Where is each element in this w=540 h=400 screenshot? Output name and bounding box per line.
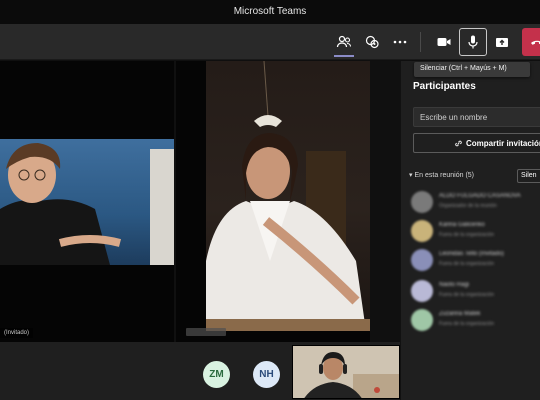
participant-name: Naoto Hagi <box>439 282 470 288</box>
panel-title: Participantes <box>413 81 476 92</box>
participant-list-item[interactable]: Zuzanna Matek Fuera de la organización <box>411 307 540 333</box>
meeting-stage: (Invitado) ZM NH <box>0 61 400 400</box>
meeting-toolbar <box>0 24 540 60</box>
participant-video-tile[interactable]: (Invitado) <box>0 61 174 342</box>
mute-tooltip: Silenciar (Ctrl + Mayús + M) <box>414 62 530 77</box>
participant-avatar <box>411 220 433 242</box>
participant-name: Karina Galicenko <box>439 222 485 228</box>
participant-name: ALDO FULGADO CASANOVA <box>439 193 521 199</box>
participant-name: Leonidas Tello (Invitado) <box>439 251 504 257</box>
participant-avatar <box>411 249 433 271</box>
share-invite-button[interactable]: Compartir invitación <box>413 133 540 153</box>
self-video-image <box>293 346 399 398</box>
camera-icon <box>437 38 451 46</box>
in-meeting-section-header[interactable]: ▾ En esta reunión (5) <box>409 171 474 179</box>
participant-search-input[interactable]: Escribe un nombre <box>413 107 540 127</box>
in-meeting-section-label: En esta reunión (5) <box>414 172 475 179</box>
participant-avatar[interactable]: NH <box>253 361 280 388</box>
hang-up-icon <box>531 40 540 45</box>
share-tray-icon <box>496 38 508 47</box>
participant-video-tile[interactable] <box>176 61 370 342</box>
participant-list-item[interactable]: Leonidas Tello (Invitado) Fuera de la or… <box>411 247 540 273</box>
participant-name-tag <box>186 328 226 336</box>
microphone-icon <box>468 35 478 49</box>
mute-all-button[interactable]: Silen <box>517 169 540 183</box>
more-actions-button[interactable] <box>386 28 414 56</box>
share-tray-button[interactable] <box>488 28 516 56</box>
window-title: Microsoft Teams <box>233 6 307 17</box>
participant-status: Fuera de la organización <box>439 261 495 267</box>
participant-list-item[interactable]: Naoto Hagi Fuera de la organización <box>411 278 540 304</box>
hang-up-button[interactable] <box>522 28 540 56</box>
participant-video-image <box>0 143 174 265</box>
more-icon <box>393 40 407 44</box>
participant-list-item[interactable]: Karina Galicenko Fuera de la organizació… <box>411 218 540 244</box>
participant-name-tag: (Invitado) <box>0 328 34 338</box>
participant-status: Fuera de la organización <box>439 292 495 298</box>
participant-status: Fuera de la organización <box>439 232 495 238</box>
participant-list-item[interactable]: ALDO FULGADO CASANOVA Organizador de la … <box>411 189 540 215</box>
share-invite-label: Compartir invitación <box>466 138 540 148</box>
show-chat-button[interactable] <box>358 28 386 56</box>
chevron-down-icon: ▾ <box>409 172 413 179</box>
self-video-preview[interactable] <box>292 345 400 399</box>
participant-video <box>0 139 174 265</box>
participant-avatar <box>411 280 433 302</box>
participant-video-image <box>206 61 370 331</box>
show-participants-button[interactable] <box>330 28 358 57</box>
active-tab-indicator <box>334 55 354 57</box>
participant-status: Organizador de la reunión <box>439 203 497 209</box>
link-icon <box>455 140 462 147</box>
chat-icon <box>365 35 379 49</box>
toolbar-divider <box>420 32 421 52</box>
people-icon <box>336 35 352 48</box>
camera-toggle-button[interactable] <box>430 28 458 56</box>
title-bar: Microsoft Teams <box>0 0 540 24</box>
participant-name: Zuzanna Matek <box>439 311 481 317</box>
participant-avatar <box>411 309 433 331</box>
participant-status: Fuera de la organización <box>439 321 495 327</box>
participant-video <box>206 61 370 331</box>
participant-avatar <box>411 191 433 213</box>
participants-panel: Participantes Escribe un nombre Comparti… <box>400 61 540 400</box>
participant-avatar[interactable]: ZM <box>203 361 230 388</box>
mute-button[interactable] <box>459 28 487 56</box>
